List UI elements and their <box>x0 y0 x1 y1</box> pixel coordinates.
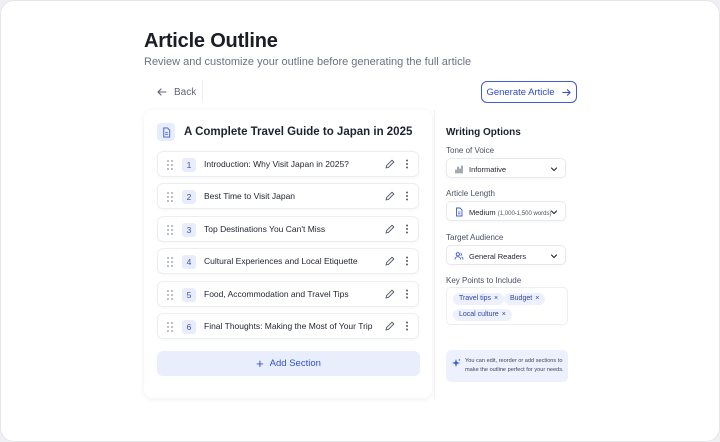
drag-handle-icon[interactable] <box>166 256 174 268</box>
more-vertical-icon[interactable] <box>402 223 412 235</box>
section-number: 2 <box>182 190 196 204</box>
section-title: Top Destinations You Can't Miss <box>204 224 326 234</box>
tip-box: You can edit, reorder or add sections to… <box>446 350 568 382</box>
section-row[interactable]: 4 Cultural Experiences and Local Etiquett… <box>157 248 419 274</box>
section-title: Food, Accommodation and Travel Tips <box>204 289 349 299</box>
sparkle-icon <box>452 358 461 367</box>
pencil-icon[interactable] <box>384 255 396 267</box>
audience-value: General Readers <box>469 252 527 261</box>
document-icon <box>157 123 175 141</box>
section-number: 5 <box>182 288 196 302</box>
more-vertical-icon[interactable] <box>402 288 412 300</box>
section-title: Best Time to Visit Japan <box>204 191 296 201</box>
plus-icon: + <box>256 356 264 371</box>
more-vertical-icon[interactable] <box>402 320 412 332</box>
drag-handle-icon[interactable] <box>166 159 174 171</box>
tip-text: You can edit, reorder or add sections to… <box>465 358 564 373</box>
outline-title: A Complete Travel Guide to Japan in 2025 <box>184 126 413 138</box>
close-icon[interactable]: × <box>502 309 506 321</box>
generate-article-button[interactable]: Generate Article <box>481 81 577 103</box>
section-number: 1 <box>182 158 196 172</box>
close-icon[interactable]: × <box>535 293 539 305</box>
section-title: Final Thoughts: Making the Most of Your … <box>204 321 373 331</box>
tone-value: Informative <box>469 165 507 174</box>
section-row[interactable]: 6 Final Thoughts: Making the Most of Your… <box>157 313 419 339</box>
drag-handle-icon[interactable] <box>166 289 174 301</box>
add-section-label: Add Section <box>269 358 321 369</box>
section-title: Introduction: Why Visit Japan in 2025? <box>204 159 349 169</box>
tone-label: Tone of Voice <box>446 146 495 155</box>
drag-handle-icon[interactable] <box>166 224 174 236</box>
chevron-down-icon <box>550 167 558 172</box>
tone-select[interactable]: Informative <box>446 158 566 178</box>
close-icon[interactable]: × <box>494 293 498 305</box>
pencil-icon[interactable] <box>384 320 396 332</box>
keypoint-chip: Budget × <box>504 293 546 305</box>
chevron-down-icon <box>550 254 558 259</box>
audience-label: Target Audience <box>446 233 504 242</box>
app-window: Article Outline Review and customize you… <box>0 0 720 442</box>
document-icon <box>456 207 463 217</box>
section-row[interactable]: 5 Food, Accommodation and Travel Tips <box>157 281 419 307</box>
options-title: Writing Options <box>446 127 521 138</box>
section-row[interactable]: 2 Best Time to Visit Japan <box>157 183 419 209</box>
users-icon <box>454 252 464 260</box>
pencil-icon[interactable] <box>384 288 396 300</box>
section-number: 6 <box>182 320 196 334</box>
add-section-button[interactable]: + Add Section <box>157 351 420 376</box>
generate-article-label: Generate Article <box>486 86 555 98</box>
toolbar-divider <box>202 80 203 102</box>
back-label: Back <box>174 86 197 98</box>
length-select[interactable]: Medium (1,000-1,500 words) <box>446 201 566 221</box>
pencil-icon[interactable] <box>384 223 396 235</box>
section-number: 4 <box>182 255 196 269</box>
pencil-icon[interactable] <box>384 190 396 202</box>
back-button[interactable]: Back <box>156 84 196 100</box>
keypoint-chip: Local culture × <box>453 309 512 321</box>
drag-handle-icon[interactable] <box>166 321 174 333</box>
page-title: Article Outline <box>144 30 278 52</box>
length-detail: (1,000-1,500 words) <box>497 211 552 217</box>
keypoints-label: Key Points to Include <box>446 276 522 285</box>
length-label: Article Length <box>446 189 495 198</box>
length-value: Medium <box>469 208 496 217</box>
keypoint-chip: Travel tips × <box>453 293 505 305</box>
page-subtitle: Review and customize your outline before… <box>144 56 472 68</box>
arrow-left-icon <box>157 88 167 96</box>
section-number: 3 <box>182 223 196 237</box>
chevron-down-icon <box>550 210 558 215</box>
keypoints-input[interactable]: Travel tips × Budget × Local culture × <box>446 287 568 325</box>
section-title: Cultural Experiences and Local Etiquette <box>204 256 358 266</box>
more-vertical-icon[interactable] <box>402 255 412 267</box>
arrow-right-icon <box>561 88 571 96</box>
more-vertical-icon[interactable] <box>402 158 412 170</box>
pencil-icon[interactable] <box>384 158 396 170</box>
more-vertical-icon[interactable] <box>402 190 412 202</box>
audience-select[interactable]: General Readers <box>446 245 566 265</box>
section-row[interactable]: 1 Introduction: Why Visit Japan in 2025? <box>157 151 419 177</box>
section-row[interactable]: 3 Top Destinations You Can't Miss <box>157 216 419 242</box>
bar-chart-icon <box>455 165 463 174</box>
drag-handle-icon[interactable] <box>166 191 174 203</box>
